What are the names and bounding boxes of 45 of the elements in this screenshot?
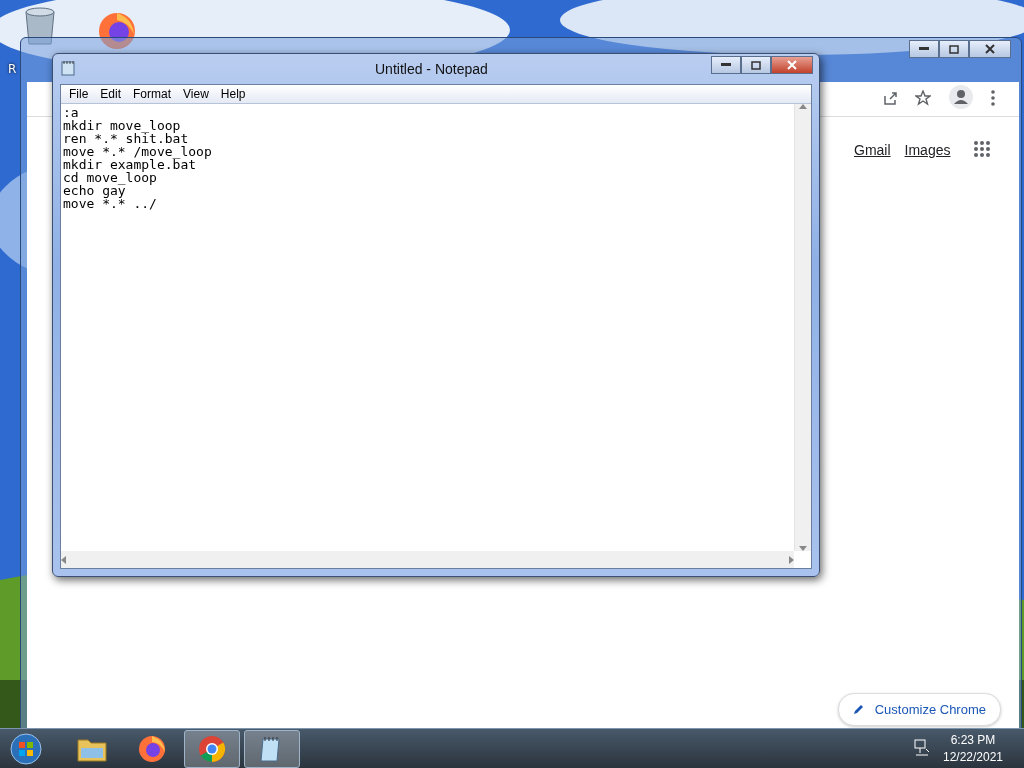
share-icon[interactable] xyxy=(882,90,898,106)
right-arrow-icon[interactable] xyxy=(789,555,794,564)
icon-label: R xyxy=(8,61,17,78)
pencil-icon xyxy=(852,703,865,716)
close-button[interactable] xyxy=(771,56,813,74)
minimize-icon xyxy=(721,63,731,67)
notepad-icon xyxy=(61,60,75,76)
close-icon xyxy=(787,60,797,70)
maximize-icon xyxy=(751,60,761,70)
maximize-button[interactable] xyxy=(741,56,771,74)
minimize-icon xyxy=(919,47,929,51)
header-link[interactable]: Images xyxy=(904,140,951,161)
recycle-bin-icon[interactable] xyxy=(22,6,58,46)
network-icon[interactable] xyxy=(914,739,930,757)
chrome-icon xyxy=(197,733,227,764)
windows-orb-icon xyxy=(10,732,42,765)
menu-item[interactable]: File xyxy=(63,85,95,103)
horizontal-scrollbar[interactable] xyxy=(61,551,794,568)
restore-icon xyxy=(949,44,959,54)
customize-chrome-button[interactable]: Customize Chrome xyxy=(837,692,1001,726)
clock-time[interactable]: 6:23 PM xyxy=(938,732,1008,749)
maximize-button[interactable] xyxy=(939,40,969,58)
close-icon xyxy=(985,44,995,54)
menu-item[interactable]: View xyxy=(177,85,215,103)
menu-item[interactable]: Format xyxy=(127,85,178,103)
close-button[interactable] xyxy=(969,40,1011,58)
star-icon[interactable] xyxy=(915,90,931,106)
menu-icon[interactable] xyxy=(991,90,995,106)
profile-icon[interactable] xyxy=(949,85,973,109)
minimize-button[interactable] xyxy=(711,56,741,74)
header-link[interactable]: Gmail xyxy=(854,140,891,161)
menu-item[interactable]: Help xyxy=(214,85,252,103)
taskbar-button[interactable] xyxy=(244,729,300,768)
window-title: Untitled - Notepad xyxy=(375,60,488,79)
fox-globe-icon xyxy=(137,733,167,764)
minimize-button[interactable] xyxy=(909,40,939,58)
editor-text[interactable]: :a mkdir move_loop ren *.* shit.bat move *.* /move_loop mkdir example.bat cd move_loop echo gay move *.* ../ xyxy=(61,104,794,551)
clock-date[interactable]: 12/22/2021 xyxy=(938,749,1008,766)
menu-item[interactable]: Edit xyxy=(94,85,128,103)
vertical-scrollbar[interactable] xyxy=(794,104,811,551)
up-arrow-icon[interactable] xyxy=(799,104,807,109)
apps-grid-icon[interactable] xyxy=(974,141,990,157)
left-arrow-icon[interactable] xyxy=(61,555,66,564)
taskbar-button[interactable] xyxy=(184,729,240,768)
down-arrow-icon[interactable] xyxy=(799,546,807,551)
